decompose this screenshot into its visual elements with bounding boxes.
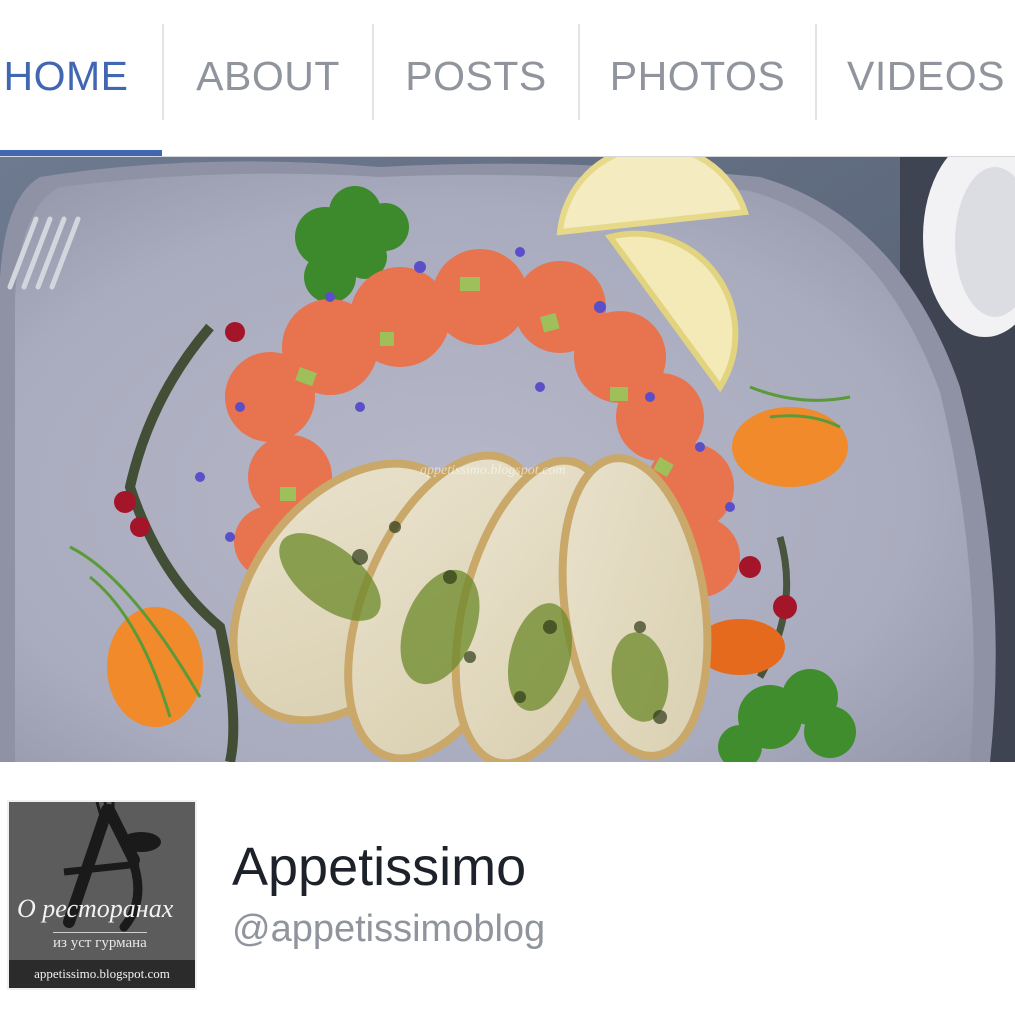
cover-food-illustration <box>0 157 1015 762</box>
tab-photos[interactable]: PHOTOS <box>580 0 815 152</box>
tab-posts[interactable]: POSTS <box>374 0 578 152</box>
page-handle[interactable]: @appetissimoblog <box>232 908 545 951</box>
cover-watermark: appetissimo.blogspot.com <box>420 463 566 478</box>
page-title: Appetissimo <box>232 837 527 897</box>
active-tab-indicator <box>0 150 162 156</box>
page-avatar[interactable]: О ресторанах из уст гурмана appetissimo.… <box>7 800 197 990</box>
tab-home[interactable]: HOME <box>0 0 132 152</box>
avatar-script-line: О ресторанах <box>17 894 174 923</box>
avatar-site-text: appetissimo.blogspot.com <box>34 966 170 981</box>
avatar-subline: из уст гурмана <box>53 932 147 952</box>
tab-videos[interactable]: VIDEOS <box>817 0 1015 152</box>
cover-photo[interactable]: appetissimo.blogspot.com <box>0 157 1015 762</box>
page-tab-bar: HOME ABOUT POSTS PHOTOS VIDEOS <box>0 0 1015 157</box>
tab-about[interactable]: ABOUT <box>164 0 372 152</box>
